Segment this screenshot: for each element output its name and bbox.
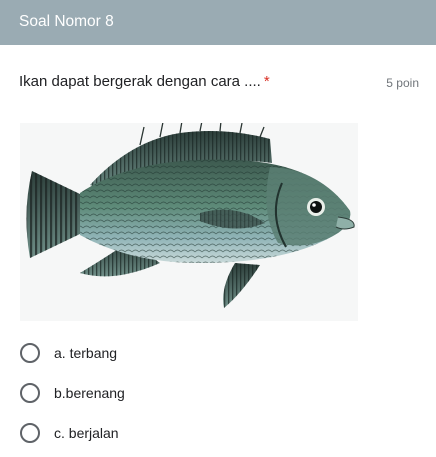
option-b[interactable]: b.berenang [20, 373, 420, 413]
question-points: 5 poin [386, 76, 419, 90]
radio-icon[interactable] [20, 423, 40, 443]
question-title: Ikan dapat bergerak dengan cara .... * [19, 72, 270, 92]
question-image [20, 123, 358, 321]
required-asterisk: * [263, 73, 270, 90]
fish-image [26, 123, 355, 308]
radio-icon[interactable] [20, 383, 40, 403]
radio-icon[interactable] [20, 343, 40, 363]
answer-options: a. terbang b.berenang c. berjalan [20, 333, 420, 453]
option-label: b.berenang [54, 385, 125, 401]
option-label: c. berjalan [54, 425, 119, 441]
form-page: Soal Nomor 8 Ikan dapat bergerak dengan … [0, 0, 436, 457]
section-header: Soal Nomor 8 [0, 0, 436, 45]
option-c[interactable]: c. berjalan [20, 413, 420, 453]
question-text: Ikan dapat bergerak dengan cara .... [19, 73, 261, 90]
option-label: a. terbang [54, 345, 118, 361]
option-a[interactable]: a. terbang [20, 333, 420, 373]
section-title: Soal Nomor 8 [19, 13, 114, 30]
